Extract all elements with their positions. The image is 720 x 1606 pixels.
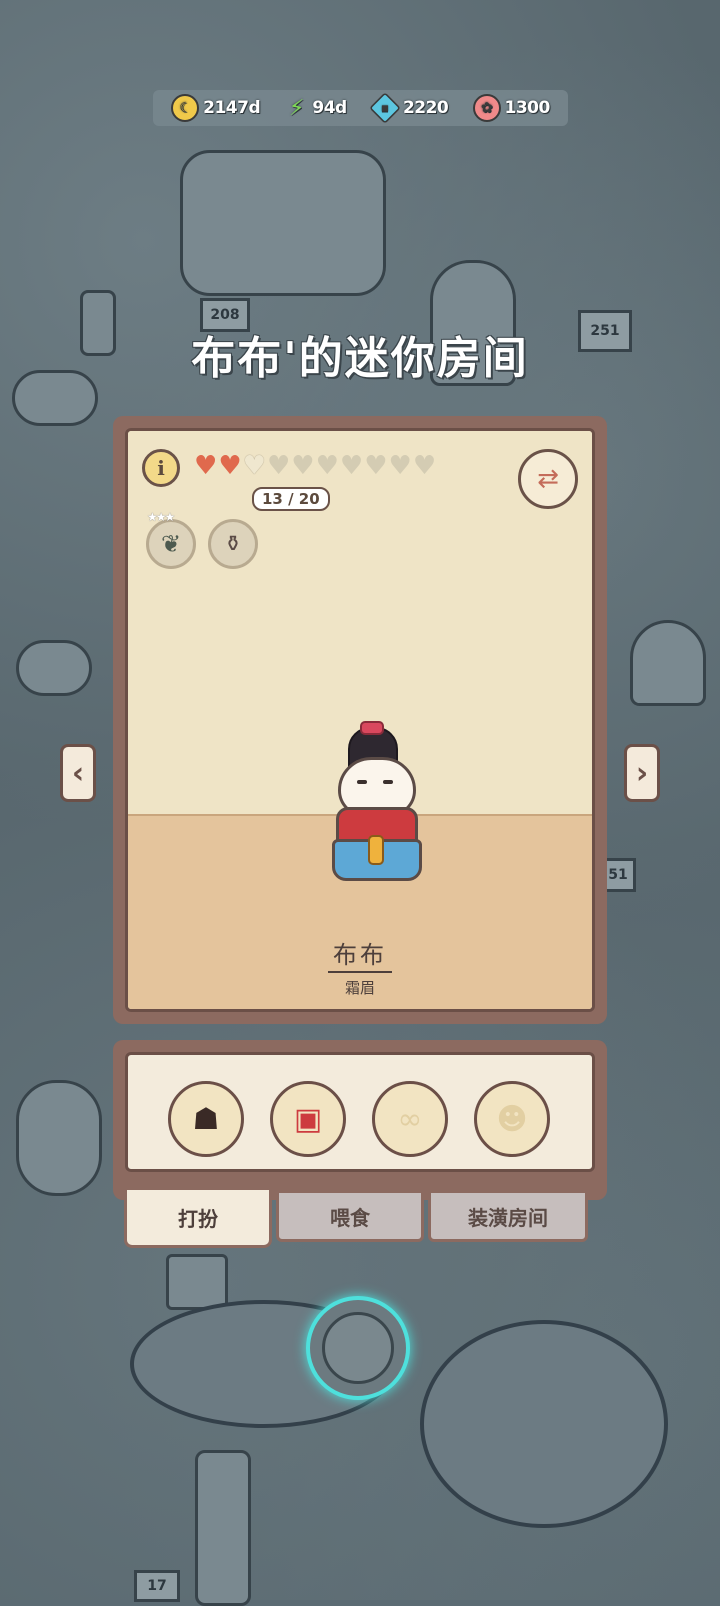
hat-bow <box>360 721 384 735</box>
sleeping-cat <box>16 1080 102 1196</box>
lightning-icon: ⚡ <box>288 95 304 121</box>
glasses-tool-button[interactable]: ∞ <box>372 1081 448 1157</box>
affection-counter: 13 / 20 <box>252 487 330 511</box>
heart-empty-icon: ♥ <box>364 451 388 481</box>
switch-cat-button[interactable]: ⇄ <box>518 449 578 509</box>
cat-character[interactable] <box>328 721 424 887</box>
room-title: 布布'的迷你房间 <box>191 333 529 384</box>
name-divider <box>328 971 392 973</box>
tab-dress[interactable]: 打扮 <box>124 1190 272 1248</box>
heart-icon: ♥ <box>218 451 242 481</box>
heart-empty-icon: ♥ <box>315 451 339 481</box>
cat-title: 霜眉 <box>344 979 375 997</box>
dress-up-panel: ☗ ▣ ∞ ☻ <box>113 1040 607 1200</box>
mushroom-decor <box>630 620 706 706</box>
prev-cat-button[interactable]: ‹ <box>60 744 96 802</box>
chevron-left-icon: ‹ <box>71 755 85 791</box>
catnip-item[interactable]: ★★★ ❦ <box>146 510 196 569</box>
hammock-structure <box>180 150 386 296</box>
energy-value: 94d <box>312 98 347 118</box>
sign-17: 17 <box>134 1570 180 1602</box>
jar-icon: ⚱ <box>223 531 243 557</box>
token-value: 1300 <box>504 98 551 118</box>
fountain <box>195 1450 251 1606</box>
fish-tank <box>420 1320 668 1528</box>
tab-feed[interactable]: 喂食 <box>276 1190 424 1242</box>
home-action-button[interactable] <box>306 1296 410 1400</box>
token-icon: ✿ <box>472 94 501 122</box>
action-button-inner <box>322 1312 394 1384</box>
hat-icon: ☗ <box>192 1101 220 1137</box>
energy-counter[interactable]: ⚡ 94d <box>284 95 347 121</box>
next-cat-button[interactable]: › <box>624 744 660 802</box>
heart-icon: ♥ <box>194 451 218 481</box>
heart-outline-icon: ♥ <box>242 451 266 481</box>
heart-empty-icon: ♥ <box>412 451 437 481</box>
cat-name: 布布 <box>333 941 387 969</box>
gem-value: 2220 <box>402 98 449 118</box>
coin-icon: ☾ <box>171 94 200 122</box>
room-panel: i ♥ ♥ ♥ ♥ ♥ ♥ ♥ ♥ ♥ ♥ 13 / 20 ⇄ ★★★ ❦ ⚱ <box>113 416 607 1024</box>
heart-empty-icon: ♥ <box>266 451 291 481</box>
hat-tool-button[interactable]: ☗ <box>168 1081 244 1157</box>
token-counter[interactable]: ✿ 1300 <box>472 94 551 122</box>
food-bowl-2 <box>16 640 92 696</box>
mask-icon: ☻ <box>496 1101 528 1137</box>
heart-empty-icon: ♥ <box>388 451 412 481</box>
coin-value: 2147d <box>203 98 261 118</box>
coin-counter[interactable]: ☾ 2147d <box>171 94 261 122</box>
swap-cats-icon: ⇄ <box>537 464 559 494</box>
heart-empty-icon: ♥ <box>291 451 315 481</box>
mask-tool-button[interactable]: ☻ <box>474 1081 550 1157</box>
glasses-icon: ∞ <box>397 1101 423 1137</box>
cat-eye <box>357 780 367 784</box>
room-view: i ♥ ♥ ♥ ♥ ♥ ♥ ♥ ♥ ♥ ♥ 13 / 20 ⇄ ★★★ ❦ ⚱ <box>125 428 595 1012</box>
chevron-right-icon: › <box>635 755 649 791</box>
jar-item[interactable]: ⚱ <box>208 519 258 569</box>
catnip-icon: ❦ <box>160 530 182 558</box>
outfit-tool-button[interactable]: ▣ <box>270 1081 346 1157</box>
tool-tray: ☗ ▣ ∞ ☻ <box>125 1052 595 1172</box>
currency-bar: ☾ 2147d ⚡ 94d ◆ 2220 ✿ 1300 <box>153 90 568 126</box>
gold-pendant <box>368 835 384 865</box>
affection-hearts: ♥ ♥ ♥ ♥ ♥ ♥ ♥ ♥ ♥ ♥ <box>194 453 436 479</box>
gem-counter[interactable]: ◆ 2220 <box>369 92 449 124</box>
stars-icon: ★★★ <box>147 510 175 524</box>
tab-decorate[interactable]: 装潢房间 <box>428 1190 588 1242</box>
cat-eye <box>383 780 393 784</box>
info-button[interactable]: i <box>142 449 180 487</box>
info-icon: i <box>157 456 165 480</box>
fish-crate <box>166 1254 228 1310</box>
outfit-icon: ▣ <box>293 1101 323 1137</box>
heart-empty-icon: ♥ <box>339 451 364 481</box>
gem-icon: ◆ <box>369 92 401 124</box>
